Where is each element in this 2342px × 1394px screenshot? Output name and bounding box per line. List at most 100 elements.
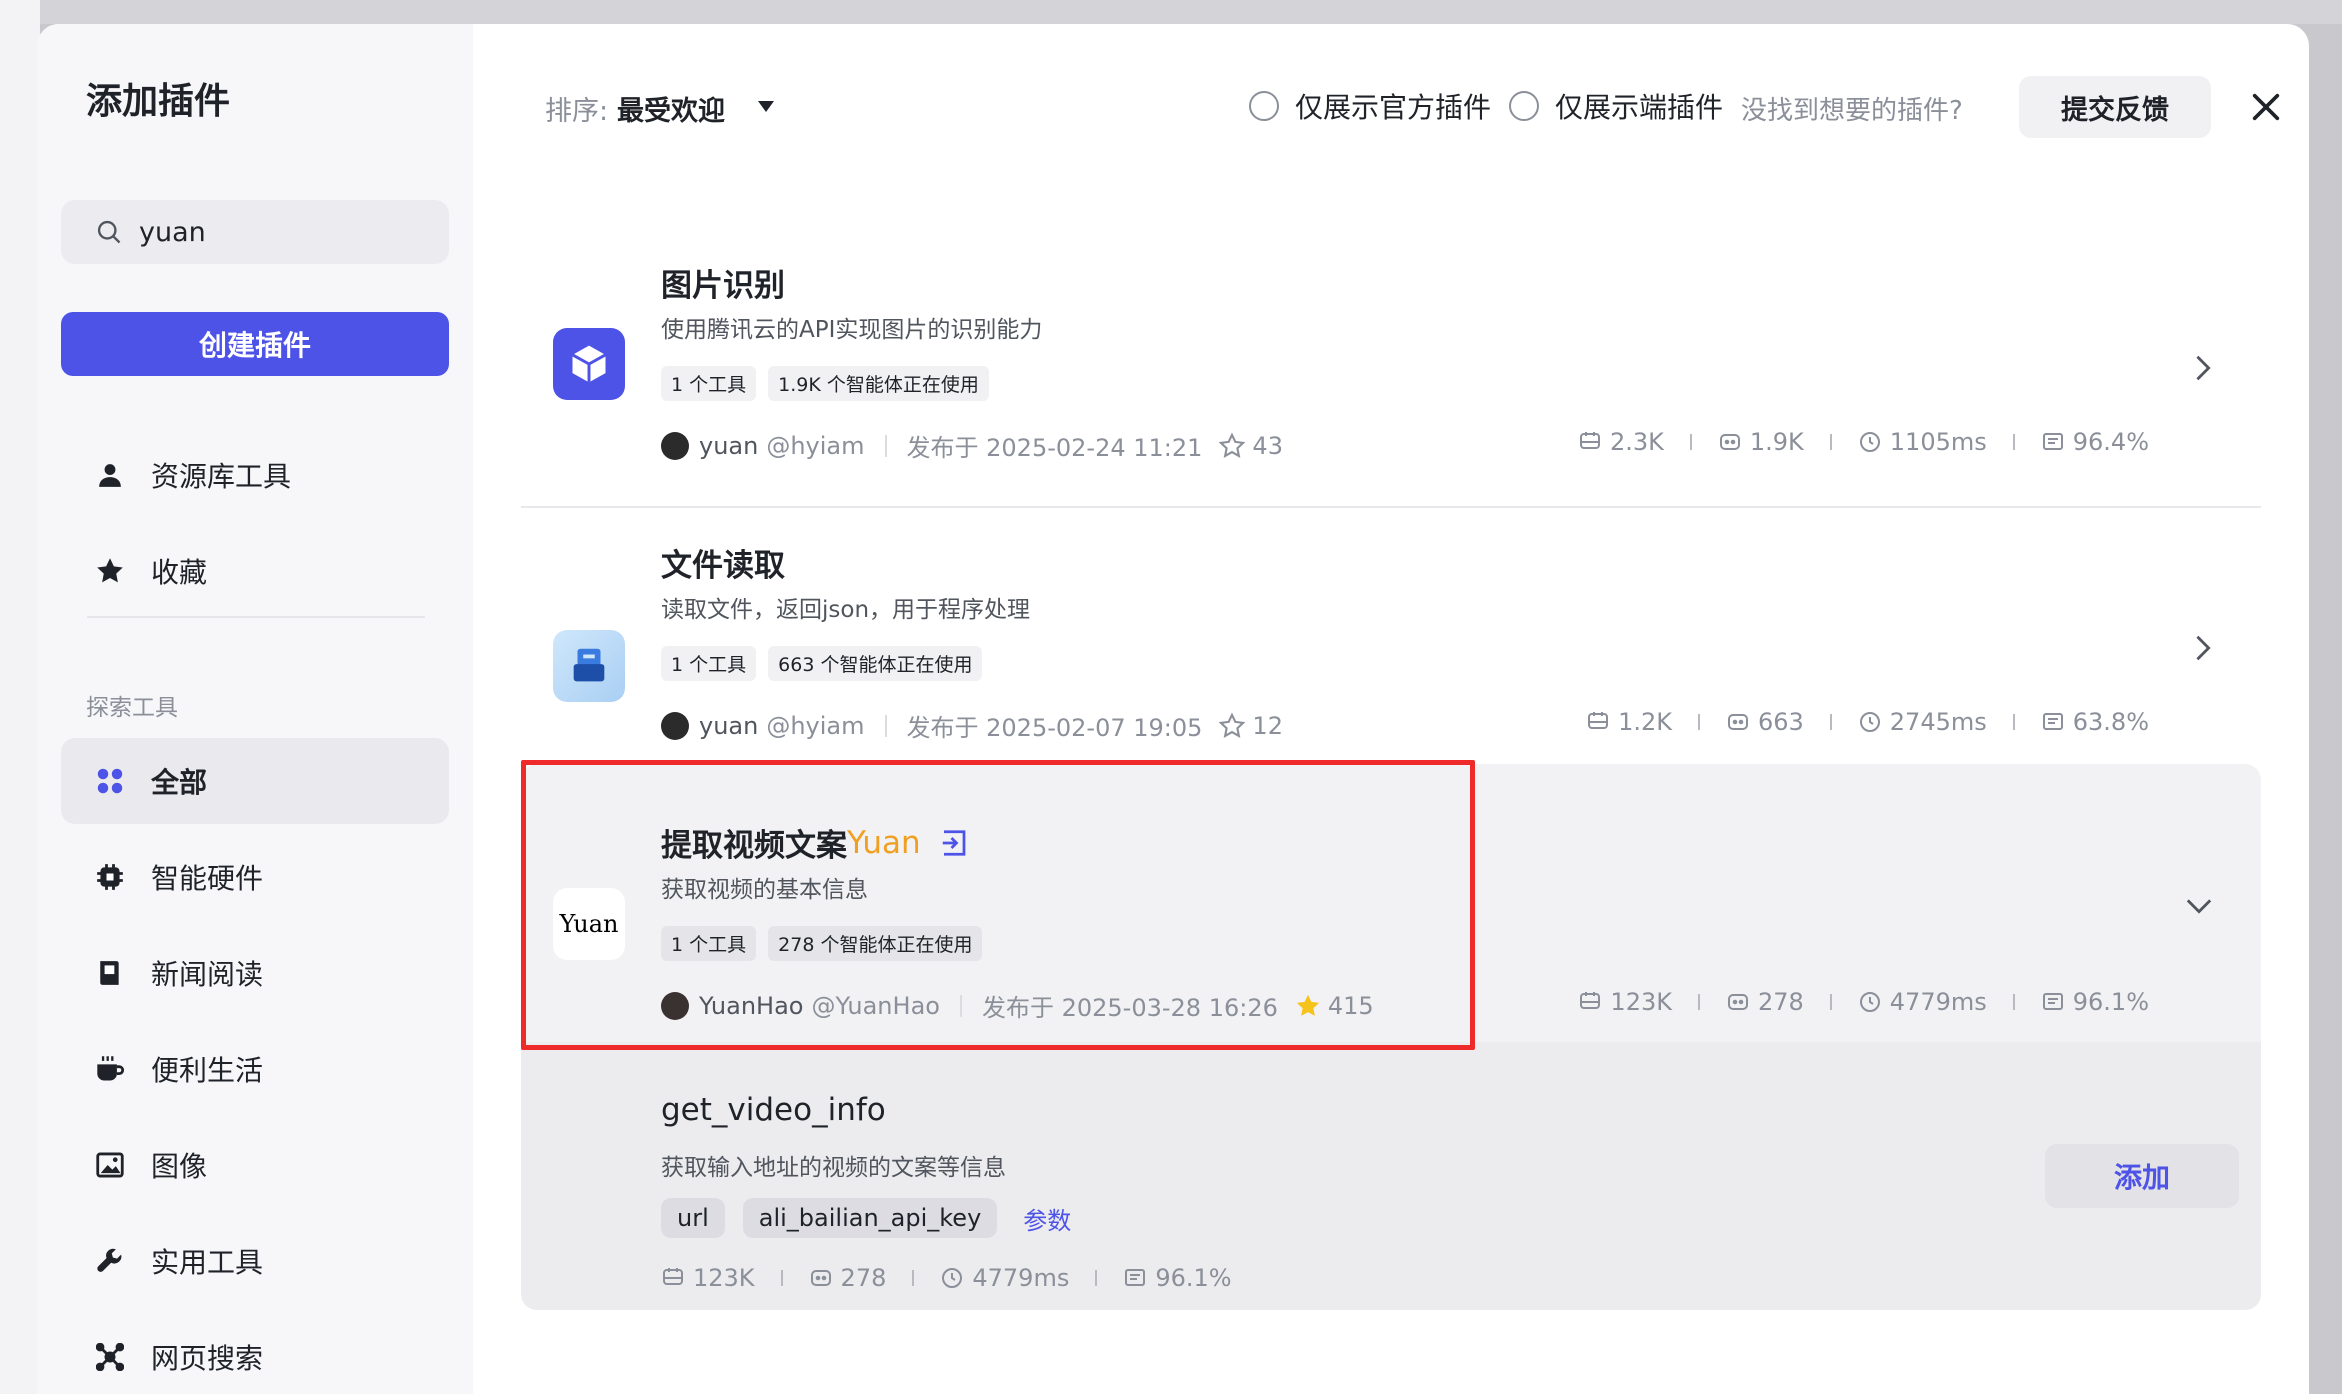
star-outline-icon[interactable] xyxy=(1218,712,1246,740)
modal-title: 添加插件 xyxy=(86,81,231,122)
search-input[interactable] xyxy=(139,216,399,248)
plugin-name: 文件读取 xyxy=(661,548,785,584)
stat-bots: 663 xyxy=(1757,708,1804,736)
bot-icon xyxy=(1727,994,1748,1010)
usage-count-badge: 663 个智能体正在使用 xyxy=(768,646,983,681)
bot-icon xyxy=(1719,434,1740,450)
sidebar-item-label: 资源库工具 xyxy=(151,460,292,493)
chevron-right-icon[interactable] xyxy=(2193,634,2213,662)
meta-separator xyxy=(884,434,887,457)
add-tool-button[interactable]: 添加 xyxy=(2045,1144,2239,1208)
sidebar-item-lifestyle[interactable]: 便利生活 xyxy=(61,1026,449,1112)
newspaper-icon xyxy=(95,958,125,988)
bot-icon xyxy=(810,1270,831,1286)
chevron-down-icon[interactable] xyxy=(2185,896,2213,916)
usage-count-badge: 278 个智能体正在使用 xyxy=(768,926,983,961)
author-handle: @hyiam xyxy=(766,711,865,740)
plugin-card-image-recognition[interactable]: 图片识别 使用腾讯云的API实现图片的识别能力 1 个工具 1.9K 个智能体正… xyxy=(521,224,2261,474)
publish-date: 发布于 2025-03-28 16:26 xyxy=(981,994,1278,1022)
sidebar-item-web-search[interactable]: 网页搜索 xyxy=(61,1314,449,1394)
sidebar-item-favorites[interactable]: 收藏 xyxy=(61,528,449,614)
stat-success-rate: 96.4% xyxy=(2072,428,2149,456)
submit-feedback-button[interactable]: 提交反馈 xyxy=(2019,76,2211,138)
sidebar-item-image[interactable]: 图像 xyxy=(61,1122,449,1208)
calls-icon xyxy=(663,1268,683,1285)
plugin-card-file-reader[interactable]: 文件读取 读取文件，返回json，用于程序处理 1 个工具 663 个智能体正在… xyxy=(521,504,2261,754)
wrench-icon xyxy=(95,1246,125,1276)
star-outline-icon[interactable] xyxy=(1218,432,1246,460)
filter-official-radio[interactable]: 仅展示官方插件 xyxy=(1249,86,1491,126)
radio-button[interactable] xyxy=(1509,91,1539,121)
section-heading-explore: 探索工具 xyxy=(86,695,178,721)
meta-separator xyxy=(959,994,962,1017)
param-chip: ali_bailian_api_key xyxy=(742,1198,998,1238)
usage-count-badge: 1.9K 个智能体正在使用 xyxy=(768,366,989,401)
create-plugin-button[interactable]: 创建插件 xyxy=(61,312,449,376)
author-name: YuanHao xyxy=(699,991,804,1020)
sidebar-item-news[interactable]: 新闻阅读 xyxy=(61,930,449,1016)
success-rate-icon xyxy=(2042,713,2063,730)
stat-latency: 2745ms xyxy=(1889,708,1987,736)
caret-down-icon[interactable] xyxy=(757,100,775,113)
tool-params: url ali_bailian_api_key 参数 xyxy=(661,1198,1071,1238)
sidebar-item-label: 智能硬件 xyxy=(151,862,264,895)
plugin-description: 读取文件，返回json，用于程序处理 xyxy=(661,597,1031,623)
stat-latency: 4779ms xyxy=(1889,988,1987,1016)
avatar xyxy=(661,711,689,740)
tool-stats: 123K 278 4779ms 96.1% xyxy=(661,1264,1232,1292)
meta-separator xyxy=(884,714,887,737)
clock-icon xyxy=(942,1268,963,1288)
grid-icon xyxy=(95,766,125,796)
image-icon xyxy=(95,1150,125,1180)
success-rate-icon xyxy=(2042,993,2063,1010)
sidebar-item-label: 网页搜索 xyxy=(151,1342,264,1375)
user-icon xyxy=(95,460,125,490)
clock-icon xyxy=(1859,992,1880,1012)
plugin-logo-cube-icon xyxy=(553,328,625,400)
sidebar-item-smart-hardware[interactable]: 智能硬件 xyxy=(61,834,449,920)
sidebar-item-all[interactable]: 全部 xyxy=(61,738,449,824)
star-count: 43 xyxy=(1252,431,1283,460)
author-handle: @YuanHao xyxy=(811,991,940,1020)
sort-dropdown[interactable]: 最受欢迎 xyxy=(617,89,725,128)
chevron-right-icon[interactable] xyxy=(2193,354,2213,382)
background-app-edge xyxy=(0,0,40,1394)
plugin-name-highlight: Yuan xyxy=(847,824,921,861)
radio-button[interactable] xyxy=(1249,91,1279,121)
chip-icon xyxy=(95,862,125,892)
sidebar-item-label: 新闻阅读 xyxy=(151,958,264,991)
star-count: 12 xyxy=(1252,711,1283,740)
plugin-description: 获取视频的基本信息 xyxy=(661,877,868,903)
sidebar-item-utilities[interactable]: 实用工具 xyxy=(61,1218,449,1304)
params-link[interactable]: 参数 xyxy=(1023,1201,1071,1236)
search-box[interactable] xyxy=(61,200,449,264)
success-rate-icon xyxy=(1125,1269,1146,1286)
sidebar-item-library-tools[interactable]: 资源库工具 xyxy=(61,432,449,518)
close-icon[interactable] xyxy=(2249,90,2283,124)
search-icon xyxy=(97,220,121,244)
star-filled-icon[interactable] xyxy=(1294,992,1322,1020)
sidebar-item-label: 全部 xyxy=(151,766,208,799)
filter-client-radio[interactable]: 仅展示端插件 xyxy=(1509,86,1723,126)
sidebar-item-label: 收藏 xyxy=(151,556,208,589)
tool-description: 获取输入地址的视频的文案等信息 xyxy=(661,1155,1006,1181)
plugin-name: 提取视频文案 xyxy=(661,828,847,864)
plugin-logo-document-icon xyxy=(553,630,625,702)
stat-calls: 123K xyxy=(693,1264,755,1292)
clock-icon xyxy=(1859,712,1880,732)
star-count: 415 xyxy=(1327,991,1374,1020)
plugin-description: 使用腾讯云的API实现图片的识别能力 xyxy=(661,317,1043,343)
open-link-icon[interactable] xyxy=(939,828,969,858)
author-handle: @hyiam xyxy=(766,431,865,460)
tool-count-badge: 1 个工具 xyxy=(661,646,757,681)
tool-row-get-video-info: get_video_info 获取输入地址的视频的文案等信息 url ali_b… xyxy=(521,1042,2261,1310)
add-plugin-modal: 添加插件 创建插件 资源库工具 收藏 探索工具 全部 xyxy=(37,24,2309,1394)
sidebar: 添加插件 创建插件 资源库工具 收藏 探索工具 全部 xyxy=(37,24,473,1394)
plugin-stats: 1.2K 663 2745ms 63.8% xyxy=(1586,708,2149,736)
plugin-card-extract-video-copy[interactable]: Yuan 提取视频文案 Yuan 获取视频的基本信息 1 个工具 278 个智能… xyxy=(521,764,2261,1310)
calls-icon xyxy=(1588,712,1609,729)
publish-date: 发布于 2025-02-07 19:05 xyxy=(906,714,1203,742)
not-found-hint: 没找到想要的插件? xyxy=(1741,96,1963,126)
author-name: yuan xyxy=(699,431,759,460)
clock-icon xyxy=(1859,432,1880,452)
